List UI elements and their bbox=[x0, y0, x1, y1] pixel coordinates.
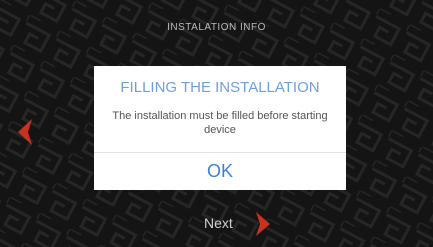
chevron-left-icon[interactable] bbox=[14, 117, 34, 147]
next-label[interactable]: Next bbox=[204, 215, 233, 231]
dialog-title: FILLING THE INSTALLATION bbox=[120, 79, 320, 96]
ok-button[interactable]: OK bbox=[94, 153, 346, 190]
screen-title: INSTALATION INFO bbox=[167, 22, 266, 33]
chevron-right-icon[interactable] bbox=[254, 210, 272, 238]
dialog-message: The installation must be filled before s… bbox=[112, 110, 328, 136]
filling-installation-dialog: FILLING THE INSTALLATION The installatio… bbox=[94, 66, 346, 190]
